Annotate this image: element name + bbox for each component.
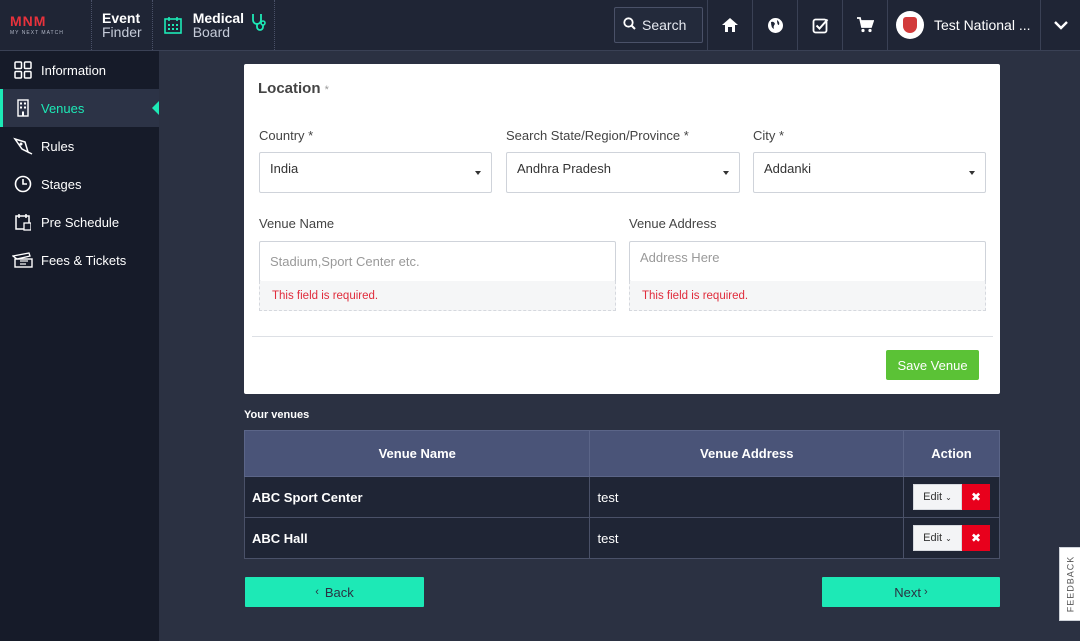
- checklist-icon[interactable]: [797, 0, 842, 50]
- your-venues-heading: Your venues: [244, 409, 310, 421]
- top-bar: MNM MY NEXT MATCH Event Finder Medical B…: [0, 0, 1080, 51]
- table-row: ABC Sport Center test Edit ⌄ ✖: [243, 476, 1000, 518]
- chevron-down-icon: ⌄: [945, 533, 952, 543]
- venue-address-input[interactable]: Address Here: [629, 241, 986, 282]
- sidebar-item-label: Information: [41, 62, 107, 78]
- column-header-action: Action: [903, 430, 1000, 477]
- venue-address-label: Venue Address: [629, 216, 717, 231]
- save-venue-button[interactable]: Save Venue: [886, 350, 979, 380]
- event-finder-line1: Event: [102, 10, 141, 26]
- venue-address-cell: test: [589, 517, 905, 559]
- back-label: Back: [324, 584, 354, 600]
- app-logo[interactable]: MNM MY NEXT MATCH: [0, 0, 92, 50]
- logo-tagline: MY NEXT MATCH: [10, 29, 64, 36]
- feedback-tab[interactable]: FEEDBACK: [1059, 547, 1080, 621]
- dropdown-arrow-icon: [969, 171, 975, 175]
- location-form-card: Location * Country * India Search State/…: [244, 64, 1000, 394]
- venues-table: Venue Name Venue Address Action ABC Spor…: [243, 430, 1000, 559]
- sidebar-item-label: Rules: [41, 138, 75, 154]
- shield-icon: [903, 17, 917, 33]
- medical-board-line1: Medical: [192, 10, 245, 26]
- search-button[interactable]: Search: [614, 7, 703, 43]
- form-divider: [252, 336, 993, 337]
- logo-mark: MNM: [10, 12, 47, 29]
- sidebar-item-stages[interactable]: Stages: [0, 165, 159, 203]
- sidebar: Information Venues Rules Stages Pre Sche…: [0, 51, 159, 641]
- avatar: [896, 11, 924, 39]
- globe-icon[interactable]: [752, 0, 797, 50]
- city-label: City *: [753, 128, 785, 143]
- column-header-venue-name: Venue Name: [243, 430, 591, 477]
- stethoscope-icon: [250, 13, 266, 38]
- action-cell: Edit ⌄ ✖: [903, 517, 1000, 559]
- clock-icon: [12, 175, 34, 193]
- chevron-down-icon: ⌄: [945, 492, 952, 502]
- medical-board-link[interactable]: Medical Board: [153, 0, 276, 50]
- edit-button[interactable]: Edit ⌄: [913, 525, 962, 551]
- edit-label: Edit: [923, 532, 943, 544]
- sidebar-item-label: Pre Schedule: [41, 214, 120, 230]
- event-finder-line2: Finder: [102, 24, 142, 40]
- sidebar-item-label: Stages: [41, 176, 82, 192]
- delete-button[interactable]: ✖: [962, 525, 990, 551]
- search-icon: [623, 17, 636, 33]
- city-value: Addanki: [764, 161, 811, 176]
- venue-name-input[interactable]: Stadium,Sport Center etc.: [259, 241, 616, 282]
- dropdown-arrow-icon: [475, 171, 481, 175]
- form-title: Location *: [258, 80, 329, 97]
- feedback-label: FEEDBACK: [1065, 555, 1076, 613]
- venue-address-error: This field is required.: [629, 281, 986, 311]
- next-label: Next: [894, 584, 922, 600]
- chevron-left-icon: ‹: [315, 586, 319, 598]
- table-row: ABC Hall test Edit ⌄ ✖: [243, 517, 1000, 559]
- event-finder-link[interactable]: Event Finder: [92, 0, 153, 50]
- calendar-grid-icon: [153, 16, 193, 34]
- column-header-venue-address: Venue Address: [589, 430, 905, 477]
- venue-name-cell: ABC Sport Center: [243, 476, 591, 518]
- form-title-text: Location: [258, 80, 321, 97]
- user-name: Test National ...: [934, 17, 1031, 33]
- sidebar-item-pre-schedule[interactable]: Pre Schedule: [0, 203, 159, 241]
- country-value: India: [270, 161, 299, 176]
- country-label: Country *: [259, 128, 314, 143]
- pen-icon: [12, 137, 34, 155]
- action-cell: Edit ⌄ ✖: [903, 476, 1000, 518]
- venue-name-cell: ABC Hall: [243, 517, 591, 559]
- venue-address-placeholder: Address Here: [640, 250, 720, 265]
- grid-icon: [12, 61, 34, 79]
- ticket-icon: [12, 252, 34, 268]
- chevron-right-icon: ›: [924, 586, 928, 598]
- sidebar-item-fees-tickets[interactable]: Fees & Tickets: [0, 241, 159, 279]
- venue-address-cell: test: [589, 476, 905, 518]
- delete-button[interactable]: ✖: [962, 484, 990, 510]
- user-menu[interactable]: Test National ...: [887, 0, 1040, 50]
- city-select[interactable]: Addanki: [753, 152, 986, 193]
- form-title-required: *: [324, 84, 329, 96]
- sidebar-item-venues[interactable]: Venues: [0, 89, 159, 127]
- next-button[interactable]: Next ›: [822, 577, 1000, 607]
- sidebar-item-label: Fees & Tickets: [41, 252, 127, 268]
- sidebar-item-rules[interactable]: Rules: [0, 127, 159, 165]
- table-header-row: Venue Name Venue Address Action: [243, 430, 1000, 477]
- home-icon[interactable]: [707, 0, 752, 50]
- edit-label: Edit: [923, 491, 943, 503]
- venue-name-label: Venue Name: [259, 216, 335, 231]
- sidebar-item-label: Venues: [41, 100, 85, 116]
- cart-icon[interactable]: [842, 0, 887, 50]
- building-icon: [12, 99, 34, 117]
- chevron-down-icon[interactable]: [1040, 0, 1080, 50]
- sidebar-item-information[interactable]: Information: [0, 51, 159, 89]
- edit-button[interactable]: Edit ⌄: [913, 484, 962, 510]
- state-select[interactable]: Andhra Pradesh: [506, 152, 740, 193]
- venue-name-placeholder: Stadium,Sport Center etc.: [270, 254, 420, 269]
- state-label: Search State/Region/Province *: [506, 128, 689, 143]
- country-select[interactable]: India: [259, 152, 492, 193]
- dropdown-arrow-icon: [723, 171, 729, 175]
- state-value: Andhra Pradesh: [517, 161, 611, 176]
- venue-name-error: This field is required.: [259, 281, 616, 311]
- medical-board-line2: Board: [192, 24, 231, 40]
- calendar-icon: [12, 213, 34, 231]
- back-button[interactable]: ‹ Back: [245, 577, 424, 607]
- search-label: Search: [642, 17, 687, 33]
